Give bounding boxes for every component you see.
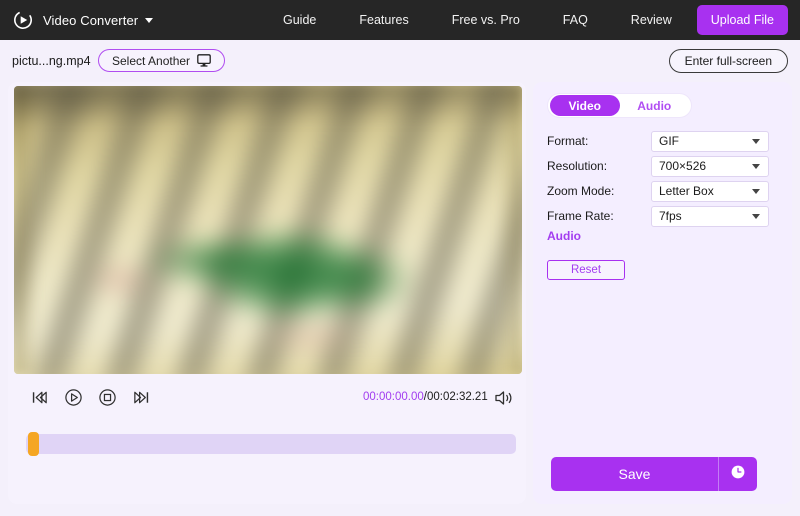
chevron-down-icon	[752, 139, 760, 144]
format-select[interactable]: GIF	[651, 130, 769, 152]
frame-rate-label: Frame Rate:	[547, 209, 614, 223]
next-frame-button[interactable]	[130, 386, 152, 408]
select-another-button[interactable]: Select Another	[98, 49, 226, 72]
nav-links: Guide Features Free vs. Pro FAQ Review	[283, 13, 672, 27]
speaker-icon	[493, 391, 515, 412]
video-preview[interactable]	[14, 86, 522, 374]
frame-rate-row: Frame Rate: 7fps	[547, 205, 779, 227]
format-value: GIF	[659, 134, 679, 148]
save-button-group: Save	[551, 457, 757, 491]
chevron-down-icon[interactable]	[145, 17, 154, 23]
step-backward-icon	[30, 388, 49, 407]
previous-frame-button[interactable]	[28, 386, 50, 408]
format-row: Format: GIF	[547, 130, 779, 152]
chevron-down-icon	[752, 189, 760, 194]
enter-fullscreen-button[interactable]: Enter full-screen	[668, 49, 788, 73]
enter-fullscreen-label: Enter full-screen	[684, 54, 772, 68]
video-frame-vignette	[14, 86, 522, 374]
brand-logo-group[interactable]: Video Converter	[12, 9, 154, 31]
settings-panel: Video Audio Format: GIF Resolution: 700×…	[533, 82, 792, 504]
tab-video[interactable]: Video	[550, 95, 620, 116]
zoom-mode-label: Zoom Mode:	[547, 184, 615, 198]
chevron-down-icon	[752, 214, 760, 219]
playback-controls: 00:00:00.00/00:02:32.21	[8, 380, 526, 418]
audio-section-heading[interactable]: Audio	[547, 229, 581, 243]
trim-timeline[interactable]	[26, 432, 516, 456]
nav-link-guide[interactable]: Guide	[283, 13, 316, 27]
upload-file-button[interactable]: Upload File	[696, 5, 788, 35]
nav-link-faq[interactable]: FAQ	[563, 13, 588, 27]
monitor-icon	[197, 54, 211, 67]
total-time-label: 00:02:32.21	[426, 391, 488, 403]
resolution-value: 700×526	[659, 159, 707, 173]
resolution-row: Resolution: 700×526	[547, 155, 779, 177]
file-name-label: pictu...ng.mp4	[12, 54, 91, 68]
step-forward-icon	[132, 388, 151, 407]
reset-label: Reset	[570, 264, 602, 276]
transport-buttons	[28, 386, 152, 408]
play-circle-icon	[12, 9, 34, 31]
stop-circle-icon	[98, 388, 117, 407]
nav-link-free-vs-pro[interactable]: Free vs. Pro	[452, 13, 520, 27]
top-navigation-bar: Video Converter Guide Features Free vs. …	[0, 0, 800, 40]
clock-icon	[730, 464, 746, 485]
brand-name-label: Video Converter	[43, 12, 139, 28]
zoom-mode-select[interactable]: Letter Box	[651, 180, 769, 202]
nav-link-review[interactable]: Review	[631, 13, 672, 27]
zoom-mode-value: Letter Box	[659, 184, 714, 198]
reset-button[interactable]: Reset	[547, 260, 625, 280]
volume-button[interactable]	[493, 388, 515, 408]
play-circle-icon	[64, 388, 83, 407]
save-button[interactable]: Save	[551, 457, 718, 491]
trim-start-handle[interactable]	[28, 432, 39, 456]
sub-header: pictu...ng.mp4 Select Another Enter full…	[0, 40, 800, 82]
zoom-mode-row: Zoom Mode: Letter Box	[547, 180, 779, 202]
tab-audio[interactable]: Audio	[620, 95, 690, 116]
video-audio-tabs: Video Audio	[547, 93, 692, 118]
nav-link-features[interactable]: Features	[359, 13, 408, 27]
media-preview-panel: 00:00:00.00/00:02:32.21	[8, 82, 526, 504]
frame-rate-value: 7fps	[659, 209, 682, 223]
resolution-label: Resolution:	[547, 159, 608, 173]
format-label: Format:	[547, 134, 589, 148]
timecode-display: 00:00:00.00/00:02:32.21	[363, 391, 488, 403]
chevron-down-icon	[752, 164, 760, 169]
current-time-label: 00:00:00.00	[363, 391, 424, 403]
stop-button[interactable]	[96, 386, 118, 408]
play-button[interactable]	[62, 386, 84, 408]
resolution-select[interactable]: 700×526	[651, 155, 769, 177]
frame-rate-select[interactable]: 7fps	[651, 205, 769, 227]
select-another-label: Select Another	[112, 53, 191, 68]
save-schedule-button[interactable]	[719, 457, 757, 491]
